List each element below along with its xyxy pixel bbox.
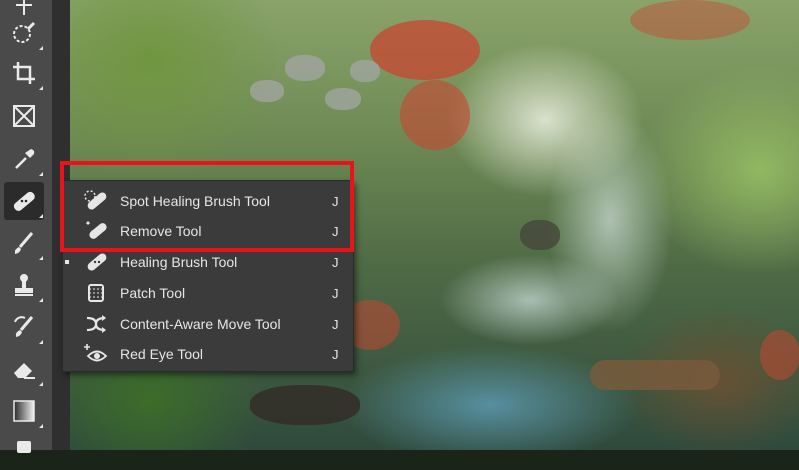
bucket-icon [17,441,31,453]
lasso-brush-icon [13,21,36,43]
menu-item-label: Red Eye Tool [120,346,204,362]
healing-tools-flyout: Spot Healing Brush Tool J Remove Tool J … [62,180,354,372]
menu-item-shortcut: J [332,223,339,239]
brush-icon [14,232,34,254]
selected-indicator [65,260,69,264]
frame-tool-button[interactable] [4,97,44,135]
gradient-icon [13,400,35,422]
menu-item-shortcut: J [332,285,339,301]
menu-item-shortcut: J [332,193,339,209]
menu-item-label: Healing Brush Tool [120,254,238,270]
menu-item-healing-brush[interactable]: Healing Brush Tool J [63,247,353,277]
clone-stamp-tool-button[interactable] [4,266,44,304]
patch-icon [88,284,104,302]
history-brush-tool-button[interactable] [4,308,44,346]
eyedropper-tool-button[interactable] [4,140,44,178]
content-aware-move-icon [86,315,106,333]
menu-item-shortcut: J [332,316,339,332]
stamp-icon [15,274,33,296]
history-brush-icon [14,316,34,337]
menu-item-label: Patch Tool [120,285,186,301]
menu-item-label: Spot Healing Brush Tool [120,193,270,209]
red-eye-icon [84,344,108,362]
spot-healing-icon [84,190,107,210]
menu-item-spot-healing-brush[interactable]: Spot Healing Brush Tool J [63,186,353,216]
menu-item-red-eye[interactable]: Red Eye Tool J [63,339,353,369]
menu-item-label: Remove Tool [120,223,202,239]
menu-item-remove-tool[interactable]: Remove Tool J [63,216,353,246]
bandage-icon [13,191,35,211]
lasso-tool-button[interactable] [4,14,44,52]
paint-bucket-tool-button[interactable] [4,432,44,470]
crop-icon [13,62,35,84]
crop-tool-button[interactable] [4,54,44,92]
menu-item-content-aware-move[interactable]: Content-Aware Move Tool J [63,309,353,339]
menu-item-shortcut: J [332,346,339,362]
menu-item-patch-tool[interactable]: Patch Tool J [63,278,353,308]
menu-item-shortcut: J [332,254,339,270]
menu-item-label: Content-Aware Move Tool [120,316,281,332]
eyedropper-icon [15,149,35,169]
brush-tool-button[interactable] [4,224,44,262]
eraser-tool-button[interactable] [4,350,44,388]
remove-tool-icon [86,221,107,239]
healing-tool-button[interactable] [4,182,44,220]
frame-icon [13,105,35,127]
healing-brush-icon [87,253,107,271]
eraser-icon [14,363,35,379]
gradient-tool-button[interactable] [4,392,44,430]
